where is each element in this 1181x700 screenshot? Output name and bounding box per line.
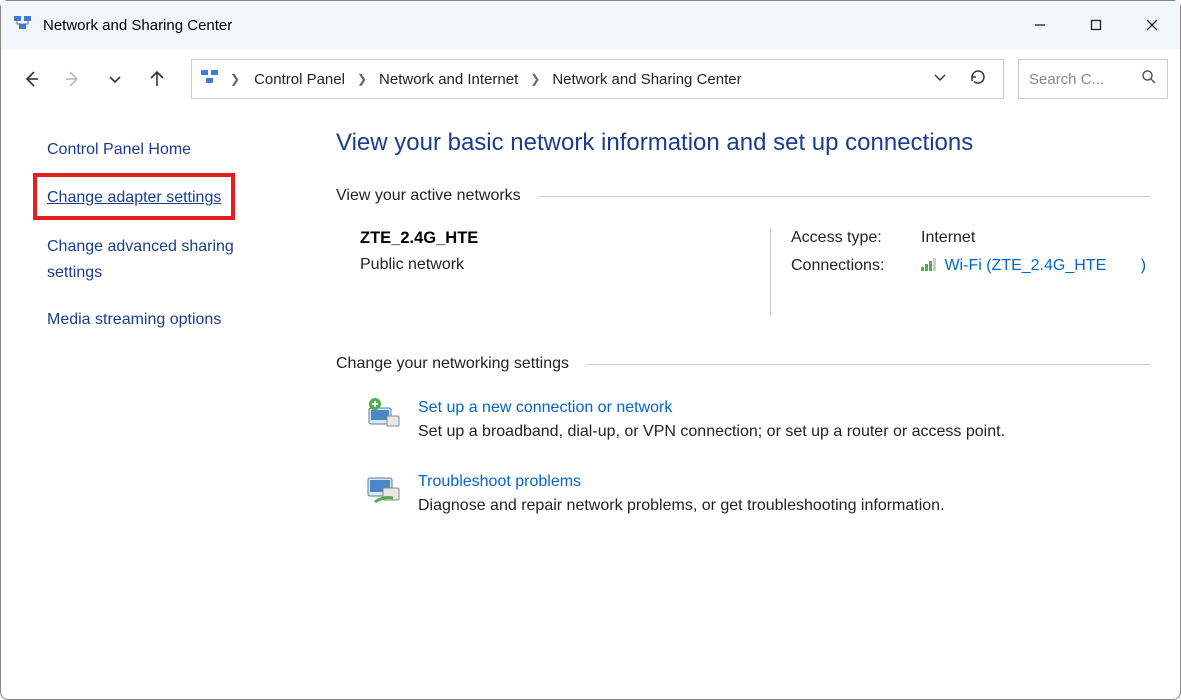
search-placeholder: Search C... <box>1029 71 1104 88</box>
breadcrumb-item[interactable]: Network and Sharing Center <box>548 67 745 92</box>
address-dropdown-button[interactable] <box>923 70 957 89</box>
action-troubleshoot: Troubleshoot problems Diagnose and repai… <box>336 471 1150 515</box>
history-dropdown-button[interactable] <box>97 61 133 97</box>
divider <box>587 364 1150 365</box>
refresh-button[interactable] <box>961 68 995 91</box>
app-icon <box>13 13 33 38</box>
section-label: View your active networks <box>336 187 521 205</box>
up-button[interactable] <box>139 61 175 97</box>
window-title: Network and Sharing Center <box>43 17 232 34</box>
titlebar: Network and Sharing Center <box>1 1 1180 49</box>
section-header-change-settings: Change your networking settings <box>336 355 1150 373</box>
back-button[interactable] <box>13 61 49 97</box>
section-label: Change your networking settings <box>336 355 569 373</box>
connections-label: Connections: <box>791 257 901 275</box>
maximize-button[interactable] <box>1068 1 1124 49</box>
active-network-row: ZTE_2.4G_HTE Public network Access type:… <box>336 229 1150 315</box>
breadcrumb: Control Panel ❯ Network and Internet ❯ N… <box>250 67 919 92</box>
action-setup-connection: Set up a new connection or network Set u… <box>336 397 1150 441</box>
wifi-signal-icon <box>921 257 936 271</box>
troubleshoot-icon <box>364 471 404 511</box>
sidebar-link-media-streaming[interactable]: Media streaming options <box>47 307 281 333</box>
window-controls <box>1012 1 1180 49</box>
breadcrumb-item[interactable]: Network and Internet <box>375 67 522 92</box>
action-desc: Set up a broadband, dial-up, or VPN conn… <box>418 423 1005 441</box>
sidebar-link-home[interactable]: Control Panel Home <box>47 137 281 163</box>
section-header-active-networks: View your active networks <box>336 187 1150 205</box>
divider <box>539 196 1150 197</box>
chevron-right-icon[interactable]: ❯ <box>524 72 546 86</box>
setup-connection-icon <box>364 397 404 437</box>
navigation-bar: ❯ Control Panel ❯ Network and Internet ❯… <box>1 49 1180 109</box>
page-title: View your basic network information and … <box>336 129 1150 157</box>
chevron-right-icon[interactable]: ❯ <box>351 72 373 86</box>
access-type-label: Access type: <box>791 229 901 247</box>
connection-link[interactable]: Wi-Fi (ZTE_2.4G_HTE <box>944 257 1106 274</box>
action-desc: Diagnose and repair network problems, or… <box>418 497 945 515</box>
connection-paren: ) <box>1141 257 1146 274</box>
minimize-button[interactable] <box>1012 1 1068 49</box>
close-button[interactable] <box>1124 1 1180 49</box>
sidebar-link-adapter-settings[interactable]: Change adapter settings <box>47 185 221 211</box>
chevron-right-icon[interactable]: ❯ <box>224 72 246 86</box>
breadcrumb-item[interactable]: Control Panel <box>250 67 349 92</box>
location-icon <box>200 67 220 92</box>
sidebar: Control Panel Home Change adapter settin… <box>1 109 301 699</box>
search-input[interactable]: Search C... <box>1018 59 1168 99</box>
forward-button[interactable] <box>55 61 91 97</box>
action-title[interactable]: Set up a new connection or network <box>418 399 1005 417</box>
access-type-value: Internet <box>921 229 975 247</box>
sidebar-link-advanced-sharing[interactable]: Change advanced sharing settings <box>47 234 281 285</box>
action-title[interactable]: Troubleshoot problems <box>418 473 945 491</box>
search-icon <box>1141 69 1157 90</box>
network-name: ZTE_2.4G_HTE <box>360 229 740 248</box>
network-category: Public network <box>360 256 740 274</box>
main-content: View your basic network information and … <box>301 109 1180 699</box>
highlight-annotation: Change adapter settings <box>33 173 235 221</box>
address-bar[interactable]: ❯ Control Panel ❯ Network and Internet ❯… <box>191 59 1004 99</box>
